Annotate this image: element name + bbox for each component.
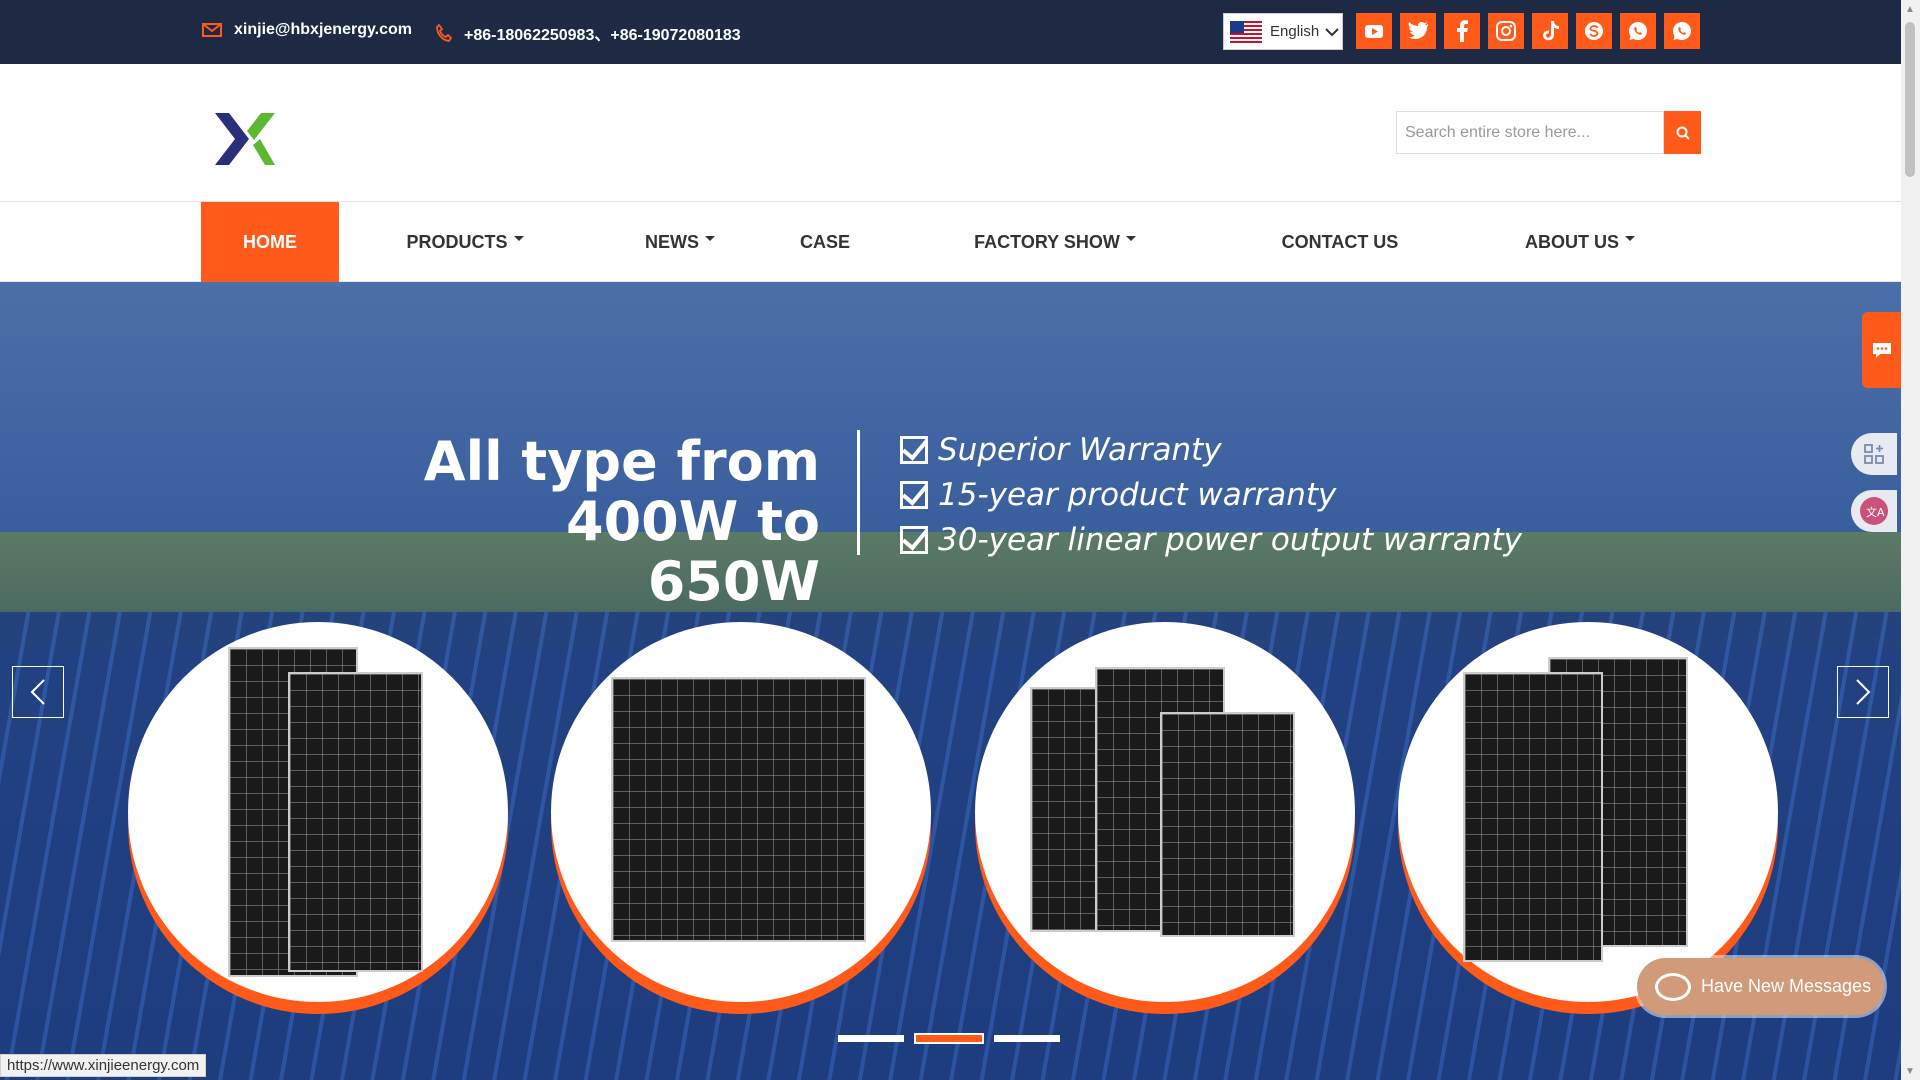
social-links [1356, 13, 1700, 49]
search-button[interactable] [1664, 111, 1701, 154]
scrollbar-thumb[interactable] [1905, 22, 1915, 177]
site-logo[interactable] [213, 111, 277, 172]
scroll-down-arrow-icon[interactable]: ▼ [1905, 1066, 1915, 1077]
solar-panel-image [1160, 712, 1295, 937]
warranty-text: 30-year linear power output warranty [938, 521, 1522, 558]
nav-contact-us-label: CONTACT US [1281, 231, 1399, 252]
translate-button[interactable]: 文A [1851, 490, 1897, 532]
solar-panel-image [288, 672, 423, 972]
checkbox-icon [900, 525, 928, 554]
chat-tab[interactable] [1862, 312, 1902, 388]
slide-dot-3[interactable] [994, 1035, 1060, 1042]
svg-text:文A: 文A [1866, 505, 1885, 519]
caret-down-icon [1125, 235, 1136, 241]
nav-products-label: PRODUCTS [406, 231, 508, 252]
language-selector[interactable]: English [1223, 13, 1343, 50]
headline-line-1: All type from [423, 430, 820, 493]
warranty-text: Superior Warranty [938, 431, 1222, 468]
apps-grid-icon [1864, 444, 1884, 464]
solar-panel-image [1463, 672, 1603, 962]
hero-banner: All type from 400W to 650W Superior Warr… [0, 282, 1901, 1080]
instagram-icon[interactable] [1488, 13, 1524, 49]
youtube-icon[interactable] [1356, 13, 1392, 49]
nav-home[interactable]: HOME [201, 202, 339, 282]
nav-factory-show-label: FACTORY SHOW [974, 231, 1120, 252]
chevron-down-icon [1325, 27, 1339, 36]
phone-text: +86-18062250983、+86-19072080183 [464, 27, 741, 44]
search-box[interactable] [1396, 111, 1664, 154]
next-slide-button[interactable] [1837, 666, 1889, 718]
phone-contact[interactable]: +86-18062250983、+86-19072080183 [436, 21, 741, 45]
search-input[interactable] [1405, 123, 1655, 142]
status-bar-url: https://www.xinjieenergy.com [0, 1054, 207, 1077]
top-bar: xinjie@hbxjenergy.com +86-18062250983、+8… [0, 0, 1901, 64]
email-contact[interactable]: xinjie@hbxjenergy.com [202, 21, 412, 39]
whatsapp-icon[interactable] [1620, 13, 1656, 49]
chevron-left-icon [30, 679, 45, 705]
headline-divider [857, 430, 860, 555]
caret-down-icon [1625, 235, 1635, 241]
product-circle-3[interactable] [975, 622, 1355, 1002]
mail-icon [202, 23, 222, 37]
nav-factory-show[interactable]: FACTORY SHOW [965, 202, 1145, 282]
apps-grid-button[interactable] [1851, 433, 1897, 475]
main-nav: HOME PRODUCTS NEWS CASE FACTORY SHOW CON… [0, 202, 1901, 282]
nav-about-us-label: ABOUT US [1525, 231, 1619, 252]
nav-products[interactable]: PRODUCTS [395, 202, 535, 282]
nav-news[interactable]: NEWS [630, 202, 730, 282]
tiktok-icon[interactable] [1532, 13, 1568, 49]
product-circle-4[interactable] [1398, 622, 1778, 1002]
warranty-item: Superior Warranty [900, 427, 1522, 472]
chevron-right-icon [1856, 679, 1871, 705]
product-circle-1[interactable] [128, 622, 508, 1002]
site-header [0, 64, 1901, 202]
solar-panel-image [1030, 687, 1100, 932]
skype-icon[interactable] [1576, 13, 1612, 49]
new-messages-button[interactable]: Have New Messages [1637, 958, 1884, 1015]
hero-headline: All type from 400W to 650W [400, 432, 820, 612]
facebook-icon[interactable] [1444, 13, 1480, 49]
checkbox-icon [900, 480, 928, 509]
phone-icon [436, 24, 452, 42]
caret-down-icon [705, 235, 715, 241]
headline-line-2: 400W to 650W [566, 490, 820, 613]
twitter-icon[interactable] [1400, 13, 1436, 49]
nav-case[interactable]: CASE [780, 202, 870, 282]
nav-contact-us[interactable]: CONTACT US [1270, 202, 1410, 282]
warranty-list: Superior Warranty 15-year product warran… [900, 427, 1522, 562]
slide-indicators [838, 1033, 1060, 1044]
solar-panel-image [611, 677, 866, 942]
language-label: English [1270, 23, 1320, 40]
message-bubble-icon [1655, 972, 1691, 1001]
nav-news-label: NEWS [645, 231, 699, 252]
scroll-up-arrow-icon[interactable]: ▲ [1905, 4, 1915, 15]
warranty-item: 15-year product warranty [900, 472, 1522, 517]
whatsapp-icon[interactable] [1664, 13, 1700, 49]
us-flag-icon [1230, 20, 1262, 43]
search-icon [1676, 126, 1690, 140]
nav-case-label: CASE [799, 231, 850, 252]
checkbox-icon [900, 435, 928, 464]
product-circle-2[interactable] [551, 622, 931, 1002]
slide-dot-2[interactable] [914, 1033, 984, 1044]
nav-home-label: HOME [243, 231, 297, 252]
translate-icon: 文A [1860, 497, 1888, 525]
slide-dot-1[interactable] [838, 1035, 904, 1042]
caret-down-icon [513, 235, 524, 241]
warranty-item: 30-year linear power output warranty [900, 517, 1522, 562]
prev-slide-button[interactable] [12, 666, 64, 718]
nav-about-us[interactable]: ABOUT US [1515, 202, 1645, 282]
new-messages-label: Have New Messages [1701, 976, 1872, 996]
chat-bubble-icon [1873, 343, 1891, 358]
warranty-text: 15-year product warranty [938, 476, 1337, 513]
email-text: xinjie@hbxjenergy.com [234, 21, 413, 38]
